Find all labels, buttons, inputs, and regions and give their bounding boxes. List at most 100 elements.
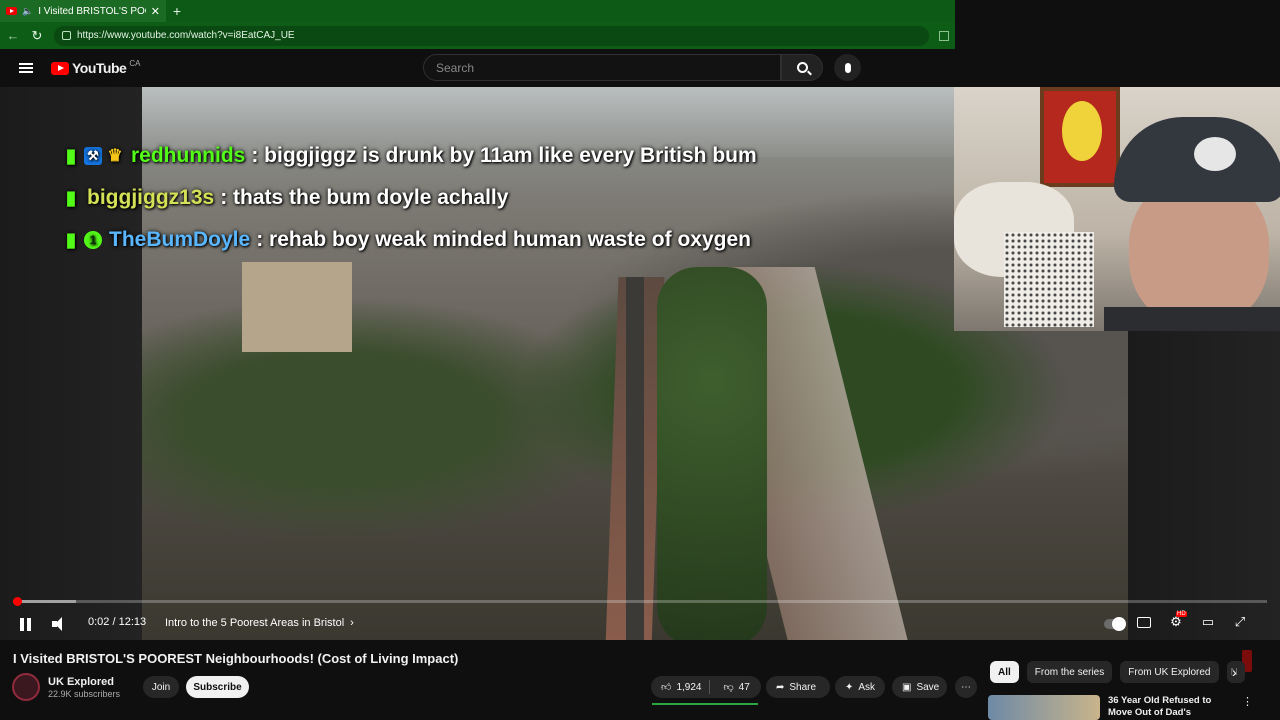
chat-username: biggjiggz13s (87, 186, 215, 209)
site-info-icon[interactable] (62, 31, 71, 40)
more-icon: ⋯ (961, 681, 971, 693)
extension-icon[interactable] (939, 30, 949, 41)
browser-tabbar: 🔈 I Visited BRISTOL'S POOREST ✕ + (0, 0, 955, 22)
kick-badge-icon: ▮ (65, 187, 77, 209)
chat-message: ▮ biggjiggz13s : thats the bum doyle ach… (62, 177, 757, 219)
chat-message: ▮ ⚒ ♛ redhunnids : biggjiggz is drunk by… (62, 135, 757, 177)
reload-icon[interactable]: ↻ (30, 28, 44, 44)
chat-text-content: biggjiggz is drunk by 11am like every Br… (264, 144, 757, 167)
theater-icon: ▭ (1201, 614, 1215, 629)
chat-text: : thats the bum doyle achally (220, 186, 509, 209)
streamer-image (1104, 117, 1280, 331)
chat-message: ▮ 1 TheBumDoyle : rehab boy weak minded … (62, 219, 757, 261)
close-tab-icon[interactable]: ✕ (151, 5, 160, 18)
chapter-button[interactable]: Intro to the 5 Poorest Areas in Bristol … (157, 612, 362, 634)
streamer-shirt (1104, 307, 1280, 331)
crown-badge-icon: ♛ (107, 146, 123, 165)
chip-from-series[interactable]: From the series (1026, 661, 1113, 683)
like-ratio-bar (652, 703, 758, 705)
kick-badge-icon: ▮ (65, 145, 77, 167)
search-icon (796, 62, 808, 73)
video-building (242, 262, 352, 352)
chat-text-content: rehab boy weak minded human waste of oxy… (269, 228, 751, 251)
more-actions-button[interactable]: ⋯ (955, 676, 977, 698)
address-bar-row: ← ↻ https://www.youtube.com/watch?v=i8Ea… (0, 22, 955, 49)
channel-text: UK Explored 22.9K subscribers (48, 676, 120, 699)
fullscreen-icon: ⤢ (1234, 614, 1246, 629)
settings-button[interactable]: ⚙ HD (1166, 611, 1187, 630)
share-icon: ➦ (776, 681, 785, 693)
menu-icon[interactable] (19, 63, 33, 73)
chevron-right-icon: › (350, 617, 354, 629)
voice-search-button[interactable] (834, 54, 861, 81)
ask-label: Ask (858, 681, 876, 693)
blanket-image (1004, 232, 1094, 327)
country-code: CA (129, 58, 141, 68)
channel-info: UK Explored 22.9K subscribers (12, 673, 120, 701)
recommendation-item[interactable]: 36 Year Old Refused to Move Out of Dad's… (988, 695, 1253, 720)
time-display: 0:02 / 12:13 (88, 616, 147, 628)
video-trees (657, 267, 767, 640)
chat-overlay: ▮ ⚒ ♛ redhunnids : biggjiggz is drunk by… (62, 135, 757, 261)
hd-badge: HD (1176, 611, 1187, 617)
scrubber-handle[interactable] (12, 597, 22, 606)
fullscreen-button[interactable]: ⤢ (1230, 614, 1250, 630)
search-button[interactable] (781, 54, 823, 81)
subtitles-button[interactable] (1134, 614, 1154, 631)
subscribe-button[interactable]: Subscribe (186, 676, 249, 698)
theater-mode-button[interactable]: ▭ (1198, 614, 1218, 630)
tab-title: I Visited BRISTOL'S POOREST (38, 5, 146, 17)
progress-bar[interactable] (12, 597, 1267, 606)
youtube-logo[interactable]: YouTube CA (51, 58, 141, 76)
share-button[interactable]: ➦ Share (766, 676, 830, 698)
dislike-count: 47 (738, 681, 750, 693)
recommendation-title[interactable]: 36 Year Old Refused to Move Out of Dad's… (1108, 695, 1238, 720)
youtube-header: YouTube CA Search (0, 49, 955, 87)
pause-button[interactable] (17, 615, 35, 633)
progress-loaded (13, 600, 76, 603)
save-button[interactable]: ▣ Save (892, 676, 947, 698)
speaker-icon[interactable]: 🔈 (22, 6, 33, 17)
subscriber-badge-icon: 1 (84, 231, 102, 249)
chat-text: : rehab boy weak minded human waste of o… (256, 228, 751, 251)
join-button[interactable]: Join (143, 676, 179, 698)
subscriber-count: 22.9K subscribers (48, 688, 121, 699)
browser-tab[interactable]: 🔈 I Visited BRISTOL'S POOREST ✕ (0, 0, 166, 22)
channel-name[interactable]: UK Explored (48, 676, 120, 688)
video-road (626, 277, 644, 640)
chat-text: : biggjiggz is drunk by 11am like every … (251, 144, 757, 167)
chevron-right-icon[interactable]: › (1232, 664, 1237, 680)
chat-username: redhunnids (131, 144, 246, 167)
poster-character (1062, 101, 1102, 161)
channel-avatar[interactable] (12, 673, 40, 701)
sparkle-icon: ✦ (845, 681, 854, 693)
like-count: 1,924 (676, 681, 702, 693)
url-field[interactable]: https://www.youtube.com/watch?v=i8EatCAJ… (54, 25, 929, 46)
search-input[interactable]: Search (423, 54, 781, 81)
chat-text-content: thats the bum doyle achally (233, 186, 509, 209)
like-button[interactable]: 👍︎ 1,924 (651, 680, 711, 694)
more-icon[interactable]: ⋮ (1242, 695, 1253, 720)
mic-icon (844, 62, 851, 73)
ask-button[interactable]: ✦ Ask (835, 676, 885, 698)
bookmark-icon: ▣ (902, 681, 912, 693)
dislike-button[interactable]: 👎︎ 47 (715, 681, 757, 694)
thumbs-up-icon: 👍︎ (661, 682, 672, 693)
like-dislike-group: 👍︎ 1,924 👎︎ 47 (651, 676, 761, 698)
chapter-title: Intro to the 5 Poorest Areas in Bristol (165, 617, 345, 629)
streamer-cap (1114, 117, 1280, 202)
video-player[interactable]: ▮ ⚒ ♛ redhunnids : biggjiggz is drunk by… (0, 87, 1280, 672)
youtube-play-icon (51, 61, 69, 75)
chip-all[interactable]: All (990, 661, 1019, 683)
chip-from-channel[interactable]: From UK Explored (1120, 661, 1219, 683)
volume-button[interactable] (50, 615, 68, 633)
recommendation-thumbnail[interactable] (988, 695, 1100, 720)
cc-icon (1137, 617, 1151, 628)
autoplay-toggle[interactable] (1104, 617, 1126, 631)
thumbs-down-icon: 👎︎ (723, 682, 734, 693)
url-text: https://www.youtube.com/watch?v=i8EatCAJ… (77, 30, 295, 41)
video-title: I Visited BRISTOL'S POOREST Neighbourhoo… (13, 651, 459, 666)
player-controls: 0:02 / 12:13 Intro to the 5 Poorest Area… (0, 609, 1280, 639)
new-tab-button[interactable]: + (166, 3, 188, 19)
back-icon[interactable]: ← (6, 28, 20, 43)
